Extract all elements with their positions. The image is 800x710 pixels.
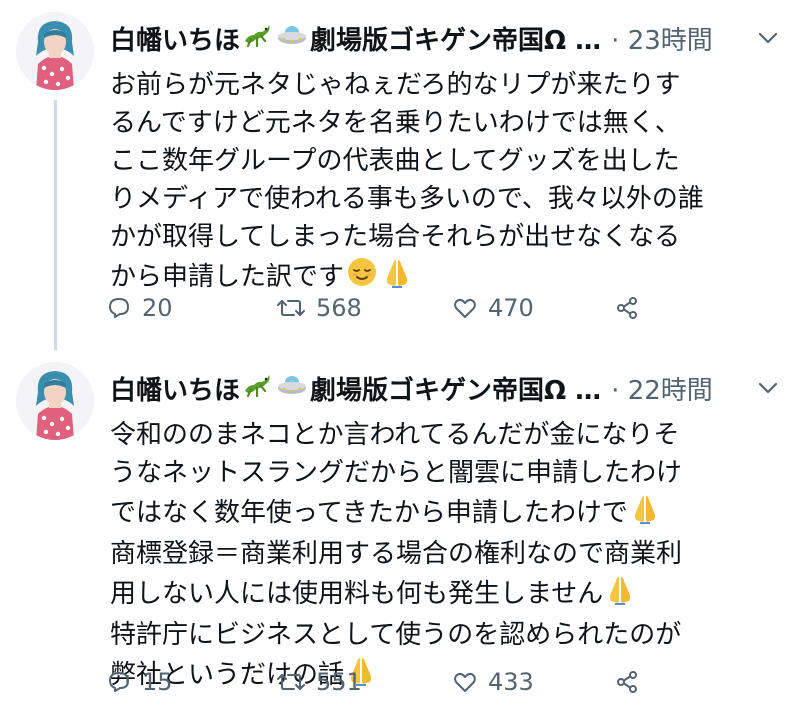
- tweet[interactable]: 白幡いちほ 劇場版ゴキゲン帝国Ω … · 2: [0, 0, 800, 350]
- tweet-text-line: 特許庁にビジネスとして使うのを認められたのが: [110, 620, 682, 650]
- tweet-text-line: りメディアで使われる事も多いので、我々以外の誰: [110, 184, 704, 214]
- reply-count: 15: [142, 668, 173, 696]
- share-icon: [617, 297, 637, 319]
- like-button[interactable]: 470: [452, 288, 534, 328]
- like-count: 470: [488, 294, 534, 322]
- tweet-text-line: うなネットスラングだからと闇雲に申請したわけ: [110, 458, 683, 488]
- tweet-actions: 15 551 433: [106, 662, 666, 702]
- like-button[interactable]: 433: [452, 662, 534, 702]
- like-count: 433: [488, 668, 534, 696]
- author-name-text: 白幡いちほ: [110, 25, 241, 56]
- avatar[interactable]: [16, 12, 94, 90]
- flying-saucer-emoji: [276, 21, 308, 56]
- author-name[interactable]: 白幡いちほ 劇場版ゴキゲン帝国Ω …: [110, 20, 601, 57]
- tweet-text-line-with-emoji: ではなく数年使ってきたから申請したわけで: [110, 492, 770, 535]
- author-name-suffix: 劇場版ゴキゲン帝国Ω …: [310, 25, 602, 56]
- reply-icon: [109, 298, 129, 318]
- heart-icon: [454, 298, 476, 318]
- chevron-down-icon[interactable]: [752, 372, 784, 404]
- tweet-text-line: かが取得してしまった場合それらが出せなくなる: [110, 222, 681, 252]
- avatar[interactable]: [16, 362, 94, 440]
- retweet-button[interactable]: 551: [276, 662, 362, 702]
- share-button[interactable]: [614, 288, 650, 328]
- retweet-icon: [277, 300, 305, 316]
- retweet-count: 568: [316, 294, 362, 322]
- folded-hands-emoji: [605, 573, 635, 616]
- heart-icon: [454, 672, 476, 692]
- lizard-emoji: [242, 371, 272, 406]
- tweet-header: 白幡いちほ 劇場版ゴキゲン帝国Ω … · 2: [110, 18, 784, 58]
- tweet-text-line: ではなく数年使ってきたから申請したわけで: [110, 498, 628, 528]
- tweet-timestamp[interactable]: · 23時間: [611, 20, 713, 57]
- tweet-text-line-with-emoji: 用しない人には使用料も何も発生しません: [110, 573, 770, 616]
- share-icon: [617, 671, 637, 693]
- author-name[interactable]: 白幡いちほ 劇場版ゴキゲン帝国Ω …: [110, 370, 601, 407]
- tweet-text-line: ここ数年グループの代表曲としてグッズを出した: [110, 146, 680, 176]
- tweet-text-line: るんですけど元ネタを名乗りたいわけでは無く、: [110, 108, 681, 138]
- tweet-timestamp[interactable]: · 22時間: [611, 370, 713, 407]
- tweet-header: 白幡いちほ 劇場版ゴキゲン帝国Ω … · 2: [110, 368, 784, 408]
- tweet-text-line: お前らが元ネタじゃねぇだろ的なリプが来たりす: [110, 70, 681, 100]
- folded-hands-emoji: [630, 492, 660, 535]
- reply-count: 20: [142, 294, 173, 322]
- reply-button[interactable]: 15: [106, 662, 173, 702]
- retweet-button[interactable]: 568: [276, 288, 362, 328]
- tweet-text-line: 用しない人には使用料も何も発生しません: [110, 579, 604, 609]
- thread-connector-line: [54, 100, 57, 350]
- tweet-text-line: 令和ののまネコとか言われてるんだが金になりそ: [110, 420, 680, 450]
- retweet-count: 551: [316, 668, 362, 696]
- flying-saucer-emoji: [276, 371, 308, 406]
- tweet-actions: 20 568 470: [106, 288, 666, 328]
- tweet-text: お前らが元ネタじゃねぇだろ的なリプが来たりす るんですけど元ネタを名乗りたいわけ…: [110, 66, 770, 299]
- share-button[interactable]: [614, 662, 650, 702]
- chevron-down-icon[interactable]: [752, 22, 784, 54]
- tweet-text: 令和ののまネコとか言われてるんだが金になりそ うなネットスラングだからと闇雲に申…: [110, 416, 770, 697]
- tweet[interactable]: 白幡いちほ 劇場版ゴキゲン帝国Ω … · 2: [0, 350, 800, 710]
- author-name-suffix: 劇場版ゴキゲン帝国Ω …: [310, 375, 602, 406]
- reply-button[interactable]: 20: [106, 288, 173, 328]
- reply-icon: [109, 672, 129, 692]
- retweet-icon: [277, 674, 305, 690]
- tweet-text-line: 商標登録＝商業利用する場合の権利なので商業利: [110, 539, 683, 569]
- lizard-emoji: [242, 21, 272, 56]
- author-name-text: 白幡いちほ: [110, 375, 241, 406]
